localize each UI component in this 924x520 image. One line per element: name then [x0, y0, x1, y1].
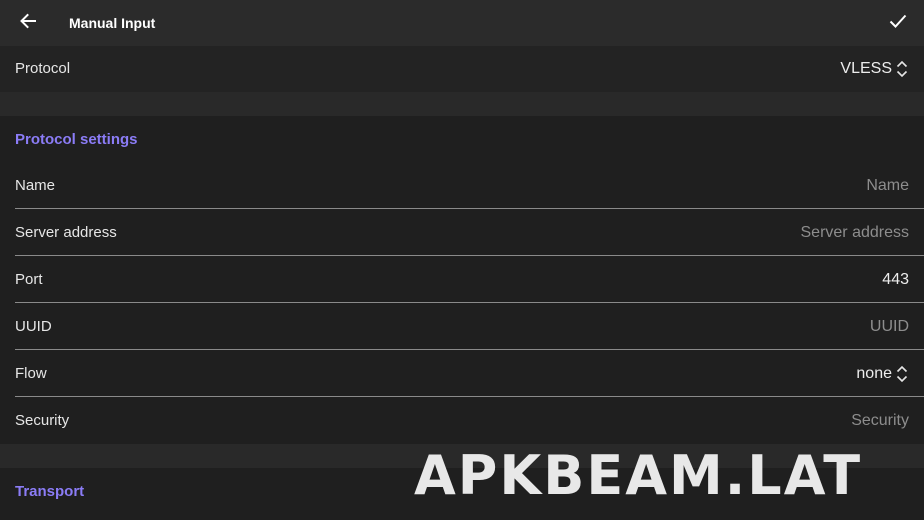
- port-input[interactable]: 443: [882, 256, 909, 303]
- server-address-input[interactable]: Server address: [801, 209, 910, 256]
- flow-label: Flow: [15, 365, 47, 382]
- server-address-label: Server address: [15, 224, 117, 241]
- section-spacer: [0, 92, 924, 116]
- protocol-settings-section: Protocol settings Name Name Server addre…: [0, 116, 924, 444]
- protocol-settings-title: Protocol settings: [15, 131, 138, 148]
- back-button[interactable]: [14, 9, 42, 37]
- security-field[interactable]: Security Security: [0, 397, 924, 444]
- unfold-icon: [895, 364, 909, 384]
- server-address-field[interactable]: Server address Server address: [0, 209, 924, 256]
- page-title: Manual Input: [69, 15, 156, 31]
- name-field[interactable]: Name Name: [0, 162, 924, 209]
- security-input[interactable]: Security: [851, 397, 909, 444]
- flow-value[interactable]: none: [856, 350, 909, 397]
- protocol-selected-value: VLESS: [840, 60, 892, 77]
- protocol-value[interactable]: VLESS: [840, 46, 909, 92]
- port-field[interactable]: Port 443: [0, 256, 924, 303]
- uuid-input[interactable]: UUID: [870, 303, 909, 350]
- port-label: Port: [15, 271, 43, 288]
- protocol-selector[interactable]: Protocol VLESS: [0, 46, 924, 92]
- manual-input-screen: Manual Input Protocol VLESS Protocol set…: [0, 0, 924, 520]
- uuid-label: UUID: [15, 318, 52, 335]
- flow-selector[interactable]: Flow none: [0, 350, 924, 397]
- top-app-bar: Manual Input: [0, 0, 924, 46]
- protocol-label: Protocol: [15, 60, 71, 77]
- watermark-text: APKBEAM.LAT: [414, 444, 863, 507]
- unfold-icon: [895, 59, 909, 79]
- transport-title: Transport: [15, 483, 85, 500]
- confirm-button[interactable]: [884, 9, 912, 37]
- arrow-left-icon: [18, 11, 38, 36]
- name-input[interactable]: Name: [866, 162, 909, 209]
- check-icon: [888, 11, 908, 36]
- flow-selected-value: none: [856, 365, 892, 382]
- security-label: Security: [15, 412, 70, 429]
- name-label: Name: [15, 177, 56, 194]
- uuid-field[interactable]: UUID UUID: [0, 303, 924, 350]
